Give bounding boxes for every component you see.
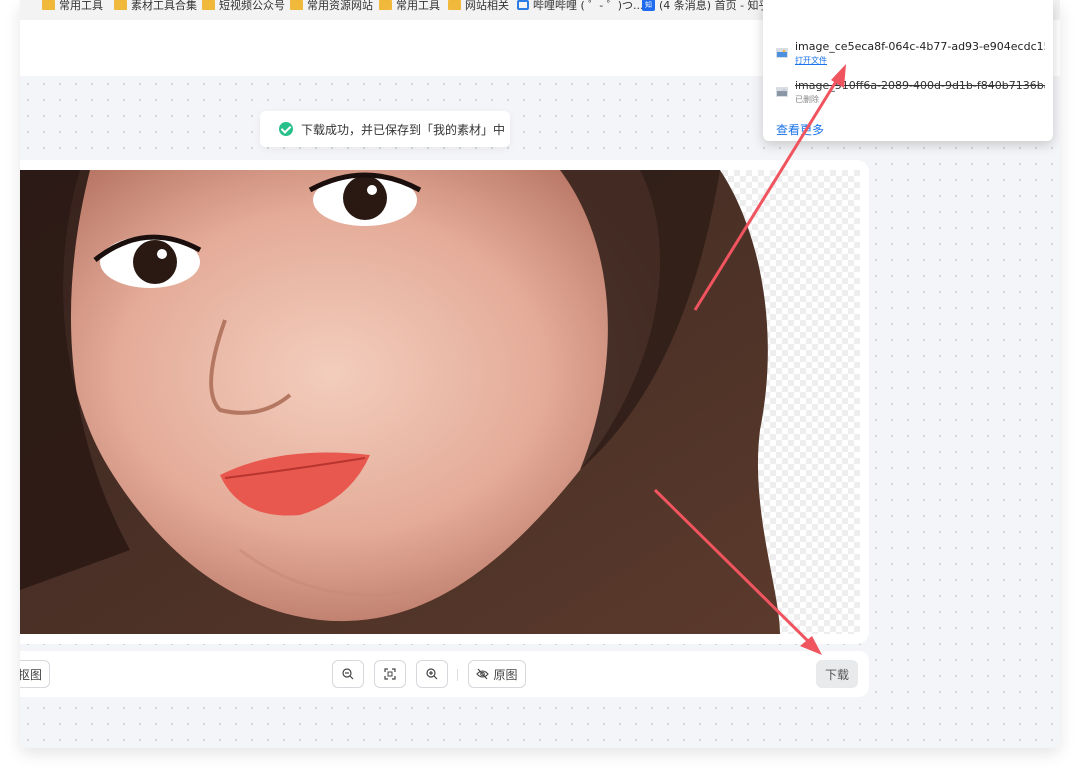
eye-off-icon xyxy=(476,668,490,680)
cutout-button[interactable]: 抠图 xyxy=(20,660,50,688)
bookmark-item[interactable]: 常用工具 xyxy=(42,0,103,12)
image-toolbar: 抠图 原图 下载 xyxy=(20,651,869,697)
fit-screen-button[interactable] xyxy=(374,660,406,688)
folder-icon xyxy=(379,0,392,10)
portrait-image xyxy=(20,170,780,634)
zhihu-icon: 知 xyxy=(642,0,655,11)
download-item[interactable]: image_510ff6a-2089-400d-9d1b-f840b7136ba… xyxy=(775,79,1045,111)
zoom-out-button[interactable] xyxy=(332,660,364,688)
bookmark-item[interactable]: 常用资源网站 xyxy=(290,0,373,12)
zoom-in-button[interactable] xyxy=(416,660,448,688)
bookmark-item[interactable]: 知 (4 条消息) 首页 - 知乎 xyxy=(642,0,770,12)
browser-window: 常用工具 素材工具合集 短视频公众号 常用资源网站 常用工具 网站相关 哔哩哔哩… xyxy=(20,0,1060,748)
fit-screen-icon xyxy=(384,668,396,680)
bilibili-icon xyxy=(517,0,529,10)
check-circle-icon xyxy=(279,122,293,136)
folder-icon xyxy=(448,0,461,10)
bookmark-item[interactable]: 素材工具合集 xyxy=(114,0,197,12)
bookmark-item[interactable]: 哔哩哔哩 ( ゜- ゜)つ... xyxy=(517,0,644,12)
see-more-link[interactable]: 查看更多 xyxy=(776,121,824,138)
bookmark-item[interactable]: 常用工具 xyxy=(379,0,440,12)
folder-icon xyxy=(42,0,55,10)
download-button[interactable]: 下载 xyxy=(816,660,858,688)
preview-card xyxy=(20,160,869,644)
bookmark-item[interactable]: 网站相关 xyxy=(448,0,509,12)
folder-icon xyxy=(202,0,215,10)
image-file-icon xyxy=(776,48,788,58)
zoom-in-icon xyxy=(426,668,438,680)
image-file-icon xyxy=(776,87,788,97)
deleted-status: 已删除 xyxy=(795,95,819,104)
image-canvas[interactable] xyxy=(20,170,860,634)
success-toast: 下载成功，并已保存到「我的素材」中 xyxy=(260,111,510,147)
original-toggle-button[interactable]: 原图 xyxy=(468,660,526,688)
folder-icon xyxy=(290,0,303,10)
toolbar-divider xyxy=(457,669,458,681)
open-file-link[interactable]: 打开文件 xyxy=(795,55,827,66)
bookmark-item[interactable]: 短视频公众号 xyxy=(202,0,285,12)
download-item[interactable]: image_ce5eca8f-064c-4b77-ad93-e904ecdc15… xyxy=(775,40,1045,72)
downloads-panel: image_ce5eca8f-064c-4b77-ad93-e904ecdc15… xyxy=(763,0,1053,141)
zoom-out-icon xyxy=(342,668,354,680)
toast-message: 下载成功，并已保存到「我的素材」中 xyxy=(301,122,506,137)
folder-icon xyxy=(114,0,127,10)
